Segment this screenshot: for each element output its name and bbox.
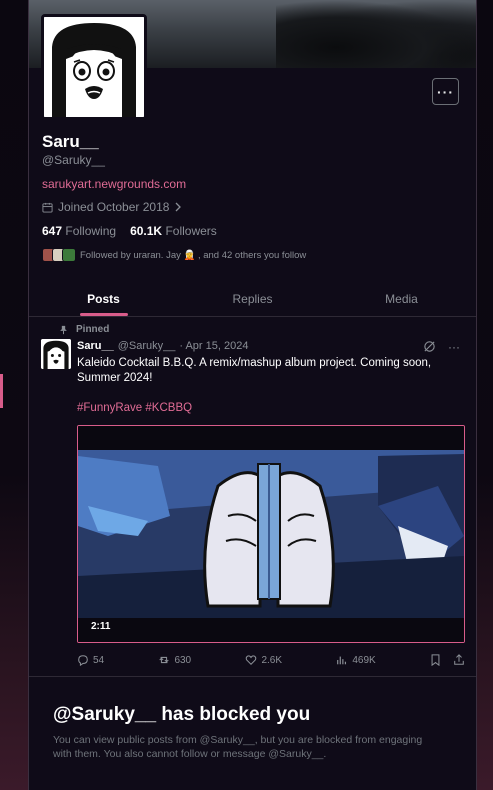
page-background-left: [0, 0, 28, 790]
profile-avatar[interactable]: [41, 14, 147, 120]
reply-button[interactable]: 54: [77, 654, 104, 666]
followed-by-text: Followed by uraran. Jay 🧝 , and 42 other…: [80, 249, 307, 261]
post-handle[interactable]: @Saruky__: [118, 340, 176, 352]
repost-button[interactable]: 630: [158, 654, 191, 666]
followed-by-avatars: [42, 248, 76, 262]
blocked-title: @Saruky__ has blocked you: [53, 704, 311, 725]
more-options-button[interactable]: ···: [432, 78, 459, 105]
profile-website-link[interactable]: sarukyart.newgrounds.com: [42, 177, 186, 191]
post-extra-actions: [430, 654, 465, 666]
post-more-icon[interactable]: ···: [448, 340, 460, 354]
post-text: Kaleido Cocktail B.B.Q. A remix/mashup a…: [77, 357, 432, 384]
blocked-description: You can view public posts from @Saruky__…: [53, 734, 423, 760]
pinned-label: Pinned: [59, 324, 109, 335]
share-icon[interactable]: [453, 654, 465, 666]
profile-handle: @Saruky__: [42, 153, 105, 167]
joined-text: Joined October 2018: [58, 200, 170, 214]
follow-counts: 647 Following 60.1K Followers: [42, 224, 217, 238]
followed-by[interactable]: Followed by uraran. Jay 🧝 , and 42 other…: [42, 248, 306, 262]
views-button[interactable]: 469K: [336, 654, 376, 666]
following-link[interactable]: 647 Following: [42, 224, 116, 238]
tab-media[interactable]: Media: [327, 281, 476, 316]
post-header: Saru__ @Saruky__ · Apr 15, 2024: [77, 340, 248, 352]
section-divider: [29, 676, 476, 677]
tab-posts[interactable]: Posts: [29, 281, 178, 316]
profile-tabs: Posts Replies Media: [29, 281, 476, 317]
post-date[interactable]: · Apr 15, 2024: [179, 340, 248, 352]
post-video[interactable]: 2:11: [77, 425, 465, 643]
post-avatar[interactable]: [41, 339, 71, 369]
reply-icon: [78, 655, 88, 666]
video-thumbnail: [78, 426, 464, 642]
like-button[interactable]: 2.6K: [245, 654, 282, 666]
bookmark-icon[interactable]: [430, 654, 441, 666]
avatar-illustration: [44, 17, 144, 117]
pin-icon: [60, 325, 67, 334]
calendar-icon: [42, 202, 53, 213]
video-duration: 2:11: [91, 621, 111, 632]
profile-column: ··· Saru__ @Saruky__ sarukyart.newground…: [28, 0, 477, 790]
page-background-right: [477, 0, 493, 790]
post-header-actions: ···: [423, 340, 460, 354]
analytics-icon: [337, 656, 347, 665]
heart-icon: [246, 655, 257, 666]
profile-joined[interactable]: Joined October 2018: [42, 200, 182, 214]
banner-trees: [276, 0, 476, 68]
post-author[interactable]: Saru__: [77, 340, 114, 352]
profile-name: Saru__: [42, 132, 99, 151]
tab-replies[interactable]: Replies: [178, 281, 327, 316]
post-actions: 54 630 2.6K 469K: [77, 654, 465, 666]
mini-avatar: [62, 248, 76, 262]
post-avatar-illustration: [41, 339, 71, 369]
chevron-right-icon: [175, 202, 182, 212]
grok-icon[interactable]: [423, 340, 436, 353]
post-hashtags[interactable]: #FunnyRave #KCBBQ: [77, 402, 192, 414]
followers-link[interactable]: 60.1K Followers: [130, 224, 217, 238]
repost-icon: [159, 656, 170, 664]
sidebar-active-indicator: [0, 374, 3, 408]
